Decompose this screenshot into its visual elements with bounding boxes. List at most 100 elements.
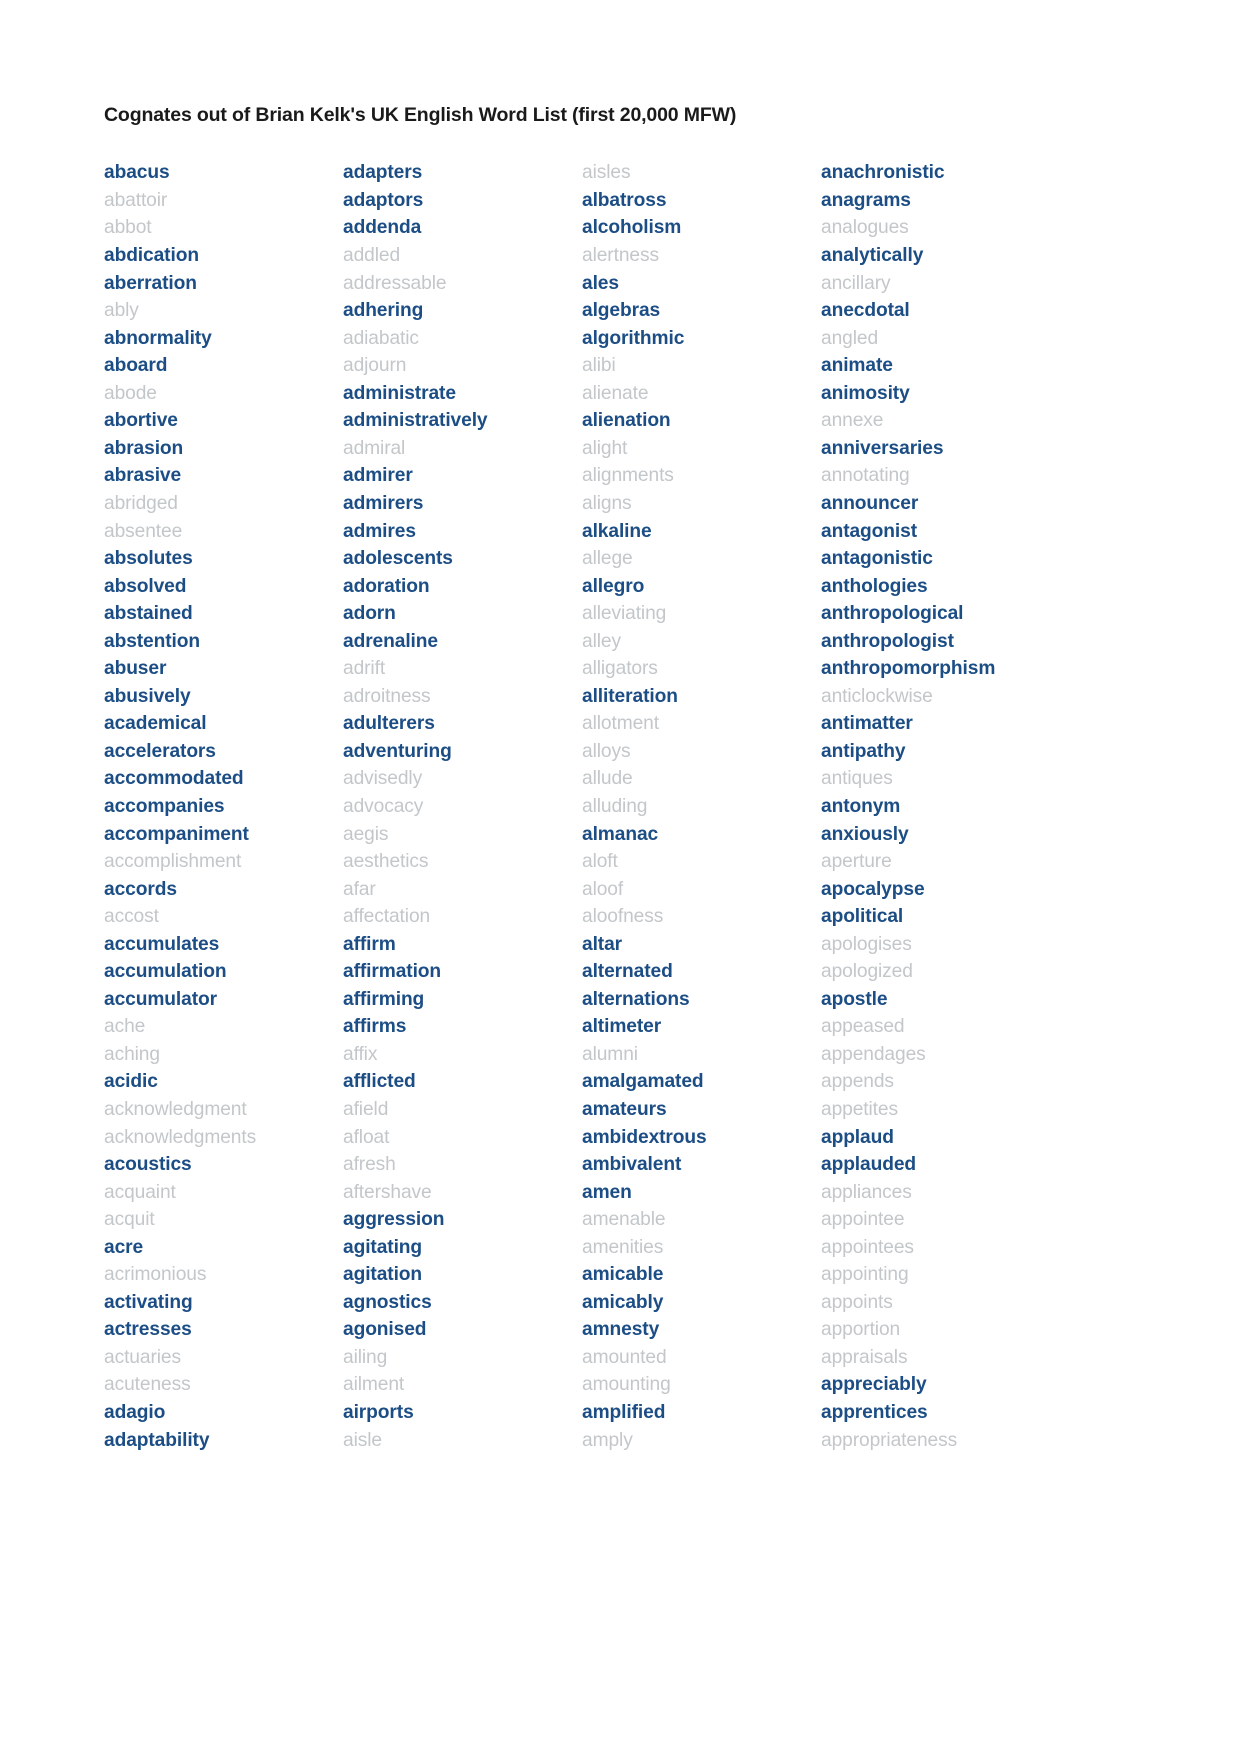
cognate-word: alkaline xyxy=(582,520,652,542)
cognate-word: anthropological xyxy=(821,603,964,625)
noncognate-word: alight xyxy=(582,437,628,459)
noncognate-word: acrimonious xyxy=(104,1264,207,1286)
cognate-word: admirers xyxy=(343,492,424,514)
noncognate-word: acquit xyxy=(104,1209,155,1231)
cognate-word: abstention xyxy=(104,630,201,652)
noncognate-word: acknowledgment xyxy=(104,1098,247,1120)
cognate-word: affirm xyxy=(343,933,396,955)
cognate-word: applauded xyxy=(821,1154,917,1176)
cognate-word: adoration xyxy=(343,575,430,597)
noncognate-word: aloofness xyxy=(582,906,664,928)
noncognate-word: adiabatic xyxy=(343,327,419,349)
cognate-word: ambivalent xyxy=(582,1154,682,1176)
noncognate-word: ancillary xyxy=(821,272,891,294)
cognate-word: analytically xyxy=(821,245,924,267)
cognate-word: alternations xyxy=(582,988,690,1010)
noncognate-word: appointees xyxy=(821,1236,914,1258)
cognate-word: adventuring xyxy=(343,740,452,762)
noncognate-word: ache xyxy=(104,1016,146,1038)
noncognate-word: alleviating xyxy=(582,603,667,625)
noncognate-word: advisedly xyxy=(343,768,423,790)
cognate-word: ambidextrous xyxy=(582,1126,707,1148)
cognate-word: afflicted xyxy=(343,1071,416,1093)
cognate-word: algorithmic xyxy=(582,327,685,349)
cognate-word: amicably xyxy=(582,1291,664,1313)
cognate-word: accumulates xyxy=(104,933,220,955)
cognate-word: alcoholism xyxy=(582,217,682,239)
cognate-word: academical xyxy=(104,713,207,735)
word-column-2: adapters adaptors addenda addled addressable… xyxy=(343,159,582,1454)
document-page: Cognates out of Brian Kelk's UK English … xyxy=(0,0,1240,1755)
noncognate-word: anticlockwise xyxy=(821,685,933,707)
cognate-word: affirming xyxy=(343,988,425,1010)
noncognate-word: addressable xyxy=(343,272,447,294)
noncognate-word: abridged xyxy=(104,492,178,514)
cognate-word: aberration xyxy=(104,272,197,294)
noncognate-word: alley xyxy=(582,630,621,652)
noncognate-word: abbot xyxy=(104,217,152,239)
cognate-word: antonym xyxy=(821,795,901,817)
cognate-word: affirmation xyxy=(343,961,442,983)
cognate-word: adrenaline xyxy=(343,630,438,652)
noncognate-word: alienate xyxy=(582,382,649,404)
noncognate-word: aisles xyxy=(582,162,631,184)
cognate-word: alliteration xyxy=(582,685,678,707)
cognate-word: amicable xyxy=(582,1264,664,1286)
noncognate-word: abode xyxy=(104,382,157,404)
noncognate-word: ably xyxy=(104,300,139,322)
noncognate-word: appraisals xyxy=(821,1346,908,1368)
cognate-word: applaud xyxy=(821,1126,894,1148)
cognate-word: absolutes xyxy=(104,548,193,570)
cognate-word: amen xyxy=(582,1181,632,1203)
noncognate-word: appetites xyxy=(821,1098,898,1120)
cognate-word: acre xyxy=(104,1236,144,1258)
cognate-word: apolitical xyxy=(821,906,904,928)
cognate-word: abnormality xyxy=(104,327,212,349)
noncognate-word: apportion xyxy=(821,1319,901,1341)
cognate-word: algebras xyxy=(582,300,661,322)
cognate-word: abstained xyxy=(104,603,193,625)
noncognate-word: apologises xyxy=(821,933,912,955)
noncognate-word: appendages xyxy=(821,1043,926,1065)
noncognate-word: alligators xyxy=(582,658,658,680)
noncognate-word: afield xyxy=(343,1098,389,1120)
noncognate-word: aesthetics xyxy=(343,851,429,873)
cognate-word: amateurs xyxy=(582,1098,667,1120)
cognate-word: adaptability xyxy=(104,1429,210,1451)
cognate-word: antimatter xyxy=(821,713,913,735)
cognate-word: antipathy xyxy=(821,740,906,762)
cognate-word: airports xyxy=(343,1402,414,1423)
noncognate-word: aperture xyxy=(821,851,892,873)
cognate-word: anecdotal xyxy=(821,300,910,322)
cognate-word: acoustics xyxy=(104,1154,192,1176)
cognate-word: alienation xyxy=(582,410,671,432)
noncognate-word: afloat xyxy=(343,1126,390,1148)
cognate-word: amalgamated xyxy=(582,1071,704,1093)
cognate-word: agonised xyxy=(343,1319,427,1341)
noncognate-word: afar xyxy=(343,878,376,900)
noncognate-word: aloft xyxy=(582,851,618,873)
cognate-word: almanac xyxy=(582,823,659,845)
cognate-word: anthologies xyxy=(821,575,928,597)
cognate-word: agitation xyxy=(343,1264,423,1286)
cognate-word: adaptors xyxy=(343,189,424,211)
noncognate-word: appointing xyxy=(821,1264,909,1286)
cognate-word: anagrams xyxy=(821,189,911,211)
cognate-word: admires xyxy=(343,520,416,542)
noncognate-word: aftershave xyxy=(343,1181,432,1203)
noncognate-word: addled xyxy=(343,245,401,267)
cognate-word: appreciably xyxy=(821,1374,927,1396)
noncognate-word: adrift xyxy=(343,658,386,680)
noncognate-word: amounted xyxy=(582,1346,667,1368)
cognate-word: albatross xyxy=(582,189,667,211)
noncognate-word: appropriateness xyxy=(821,1429,958,1451)
noncognate-word: appeased xyxy=(821,1016,905,1038)
cognate-word: abusively xyxy=(104,685,191,707)
noncognate-word: aloof xyxy=(582,878,624,900)
cognate-word: accompanies xyxy=(104,795,225,817)
noncognate-word: acknowledgments xyxy=(104,1126,257,1148)
noncognate-word: ailment xyxy=(343,1374,405,1396)
noncognate-word: acuteness xyxy=(104,1374,191,1396)
noncognate-word: annexe xyxy=(821,410,884,432)
cognate-word: apostle xyxy=(821,988,888,1010)
